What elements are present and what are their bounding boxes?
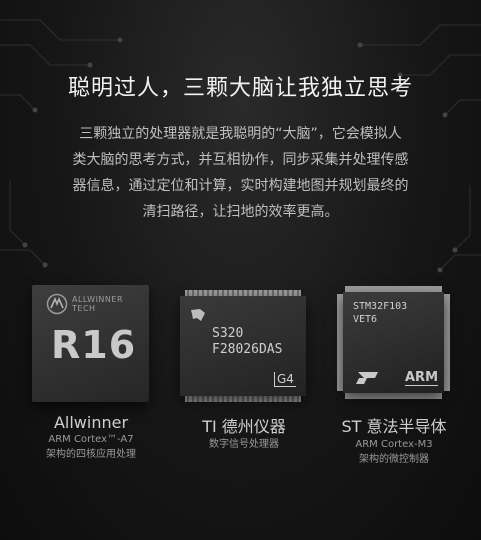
ti-logo-icon bbox=[191, 309, 205, 321]
chip-ti-body: S320 F28026DAS G4 bbox=[180, 296, 306, 396]
chip-st-body: STM32F103 VET6 ARM bbox=[343, 292, 444, 393]
intro-paragraph: 三颗独立的处理器就是我聪明的“大脑”，它会模拟人 类大脑的思考方式，并互相协作，… bbox=[46, 121, 435, 225]
arm-logo-text: ARM bbox=[405, 370, 439, 386]
chip-model-line: VET6 bbox=[353, 314, 378, 325]
intro-line: 器信息，通过定位和计算，实时构建地图并规划最终的 bbox=[72, 178, 409, 194]
chip-model-line: F28026DAS bbox=[212, 342, 283, 357]
caption-sub: 架构的微控制器 bbox=[359, 454, 429, 465]
caption-st: ST 意法半导体 ARM Cortex-M3 架构的微控制器 bbox=[314, 413, 474, 467]
caption-sub: 架构的四核应用处理 bbox=[46, 449, 136, 460]
caption-sub: 数字信号处理器 bbox=[209, 439, 279, 450]
caption-sub: ARM Cortex™-A7 bbox=[48, 434, 134, 445]
chip-st: STM32F103 VET6 ARM bbox=[337, 286, 450, 399]
allwinner-logo-text: ALLWINNER TECH bbox=[72, 295, 124, 313]
page-headline: 聪明过人，三颗大脑让我独立思考 bbox=[67, 76, 413, 101]
st-logo-icon bbox=[356, 372, 378, 384]
intro-line: 清扫路径，让扫地的效率更高。 bbox=[142, 204, 339, 220]
chip-allwinner: ALLWINNER TECH R16 bbox=[32, 285, 149, 402]
caption-brand: TI 德州仪器 bbox=[202, 417, 286, 436]
intro-line: 三颗独立的处理器就是我聪明的“大脑”，它会模拟人 bbox=[79, 126, 402, 142]
caption-allwinner: Allwinner ARM Cortex™-A7 架构的四核应用处理 bbox=[11, 413, 171, 462]
caption-sub: ARM Cortex-M3 bbox=[355, 439, 433, 450]
caption-brand: Allwinner bbox=[53, 413, 129, 432]
chip-allwinner-body: ALLWINNER TECH R16 bbox=[32, 285, 149, 402]
caption-ti: TI 德州仪器 数字信号处理器 bbox=[164, 413, 324, 452]
allwinner-logo-icon bbox=[46, 293, 68, 315]
chip-ti: S320 F28026DAS G4 bbox=[180, 290, 306, 402]
chip-model-line: S320 bbox=[212, 326, 244, 341]
chip-model-line: STM32F103 bbox=[353, 301, 408, 312]
chip-corner-mark: G4 bbox=[274, 372, 296, 387]
intro-line: 类大脑的思考方式，并互相协作，同步采集并处理传感 bbox=[72, 152, 409, 168]
chip-model: R16 bbox=[51, 323, 137, 367]
caption-brand: ST 意法半导体 bbox=[341, 417, 447, 436]
